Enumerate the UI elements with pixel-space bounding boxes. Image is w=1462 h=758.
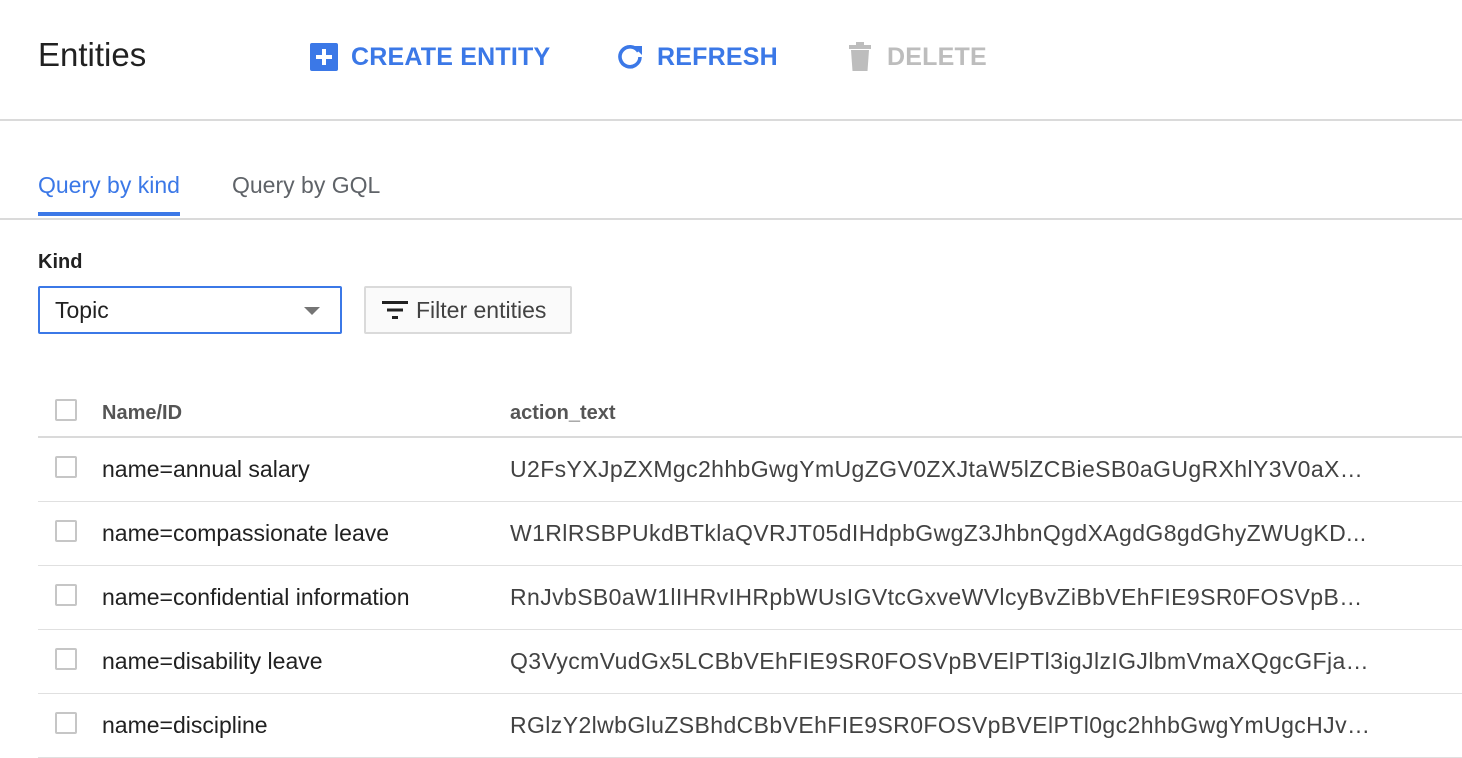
refresh-button[interactable]: REFRESH: [615, 40, 778, 74]
toolbar: Entities CREATE ENTITY REFRESH DELETE: [0, 0, 1462, 121]
query-tabs: Query by kind Query by GQL: [0, 160, 1462, 220]
row-action-text: RnJvbSB0aW1lIHRvIHRpbWUsIGVtcGxveWVlcyBv…: [510, 584, 1370, 610]
table-row[interactable]: name=confidential information RnJvbSB0aW…: [38, 566, 1462, 630]
table-row[interactable]: name=annual salary U2FsYXJpZXMgc2hhbGwgY…: [38, 438, 1462, 502]
trash-icon: [845, 42, 875, 72]
row-name-link[interactable]: name=confidential information: [102, 584, 410, 611]
table-row[interactable]: name=discipline RGlzY2lwbGluZSBhdCBbVEhF…: [38, 694, 1462, 758]
row-action-text: Q3VycmVudGx5LCBbVEhFIE9SR0FOSVpBVElPTl3i…: [510, 648, 1370, 674]
dropdown-arrow-icon: [304, 307, 320, 315]
row-action-text: W1RlRSBPUkdBTklaQVRJT05dIHdpbGwgZ3JhbnQg…: [510, 520, 1367, 546]
page-title: Entities: [38, 36, 147, 73]
kind-select-value: Topic: [55, 296, 109, 323]
row-action-text: RGlzY2lwbGluZSBhdCBbVEhFIE9SR0FOSVpBVElP…: [510, 712, 1370, 738]
row-checkbox[interactable]: [55, 456, 77, 478]
delete-label: DELETE: [887, 42, 987, 71]
row-name-link[interactable]: name=annual salary: [102, 456, 310, 483]
row-checkbox[interactable]: [55, 584, 77, 606]
refresh-label: REFRESH: [657, 42, 778, 71]
create-entity-button[interactable]: CREATE ENTITY: [309, 40, 550, 74]
entities-table: Name/ID action_text name=annual salary U…: [38, 385, 1462, 758]
filter-entities-button[interactable]: Filter entities: [364, 286, 572, 334]
table-row[interactable]: name=disability leave Q3VycmVudGx5LCBbVE…: [38, 630, 1462, 694]
table-row[interactable]: name=compassionate leave W1RlRSBPUkdBTkl…: [38, 502, 1462, 566]
tab-query-by-gql[interactable]: Query by GQL: [232, 172, 380, 215]
row-checkbox[interactable]: [55, 712, 77, 734]
filter-icon: [382, 300, 408, 320]
select-all-checkbox[interactable]: [55, 399, 77, 421]
kind-label: Kind: [38, 251, 83, 273]
row-checkbox[interactable]: [55, 648, 77, 670]
row-checkbox[interactable]: [55, 520, 77, 542]
row-name-link[interactable]: name=compassionate leave: [102, 520, 389, 547]
tab-query-by-kind[interactable]: Query by kind: [38, 172, 180, 216]
refresh-icon: [615, 42, 645, 72]
row-action-text: U2FsYXJpZXMgc2hhbGwgYmUgZGV0ZXJtaW5lZCBi…: [510, 456, 1370, 482]
kind-select[interactable]: Topic: [38, 286, 342, 334]
table-header: Name/ID action_text: [38, 385, 1462, 438]
add-box-icon: [309, 42, 339, 72]
column-header-action-text: action_text: [510, 402, 616, 424]
delete-button[interactable]: DELETE: [845, 40, 987, 74]
filter-entities-label: Filter entities: [416, 296, 547, 323]
create-entity-label: CREATE ENTITY: [351, 42, 551, 71]
row-name-link[interactable]: name=discipline: [102, 712, 268, 739]
column-header-name-id: Name/ID: [102, 402, 183, 424]
row-name-link[interactable]: name=disability leave: [102, 648, 323, 675]
